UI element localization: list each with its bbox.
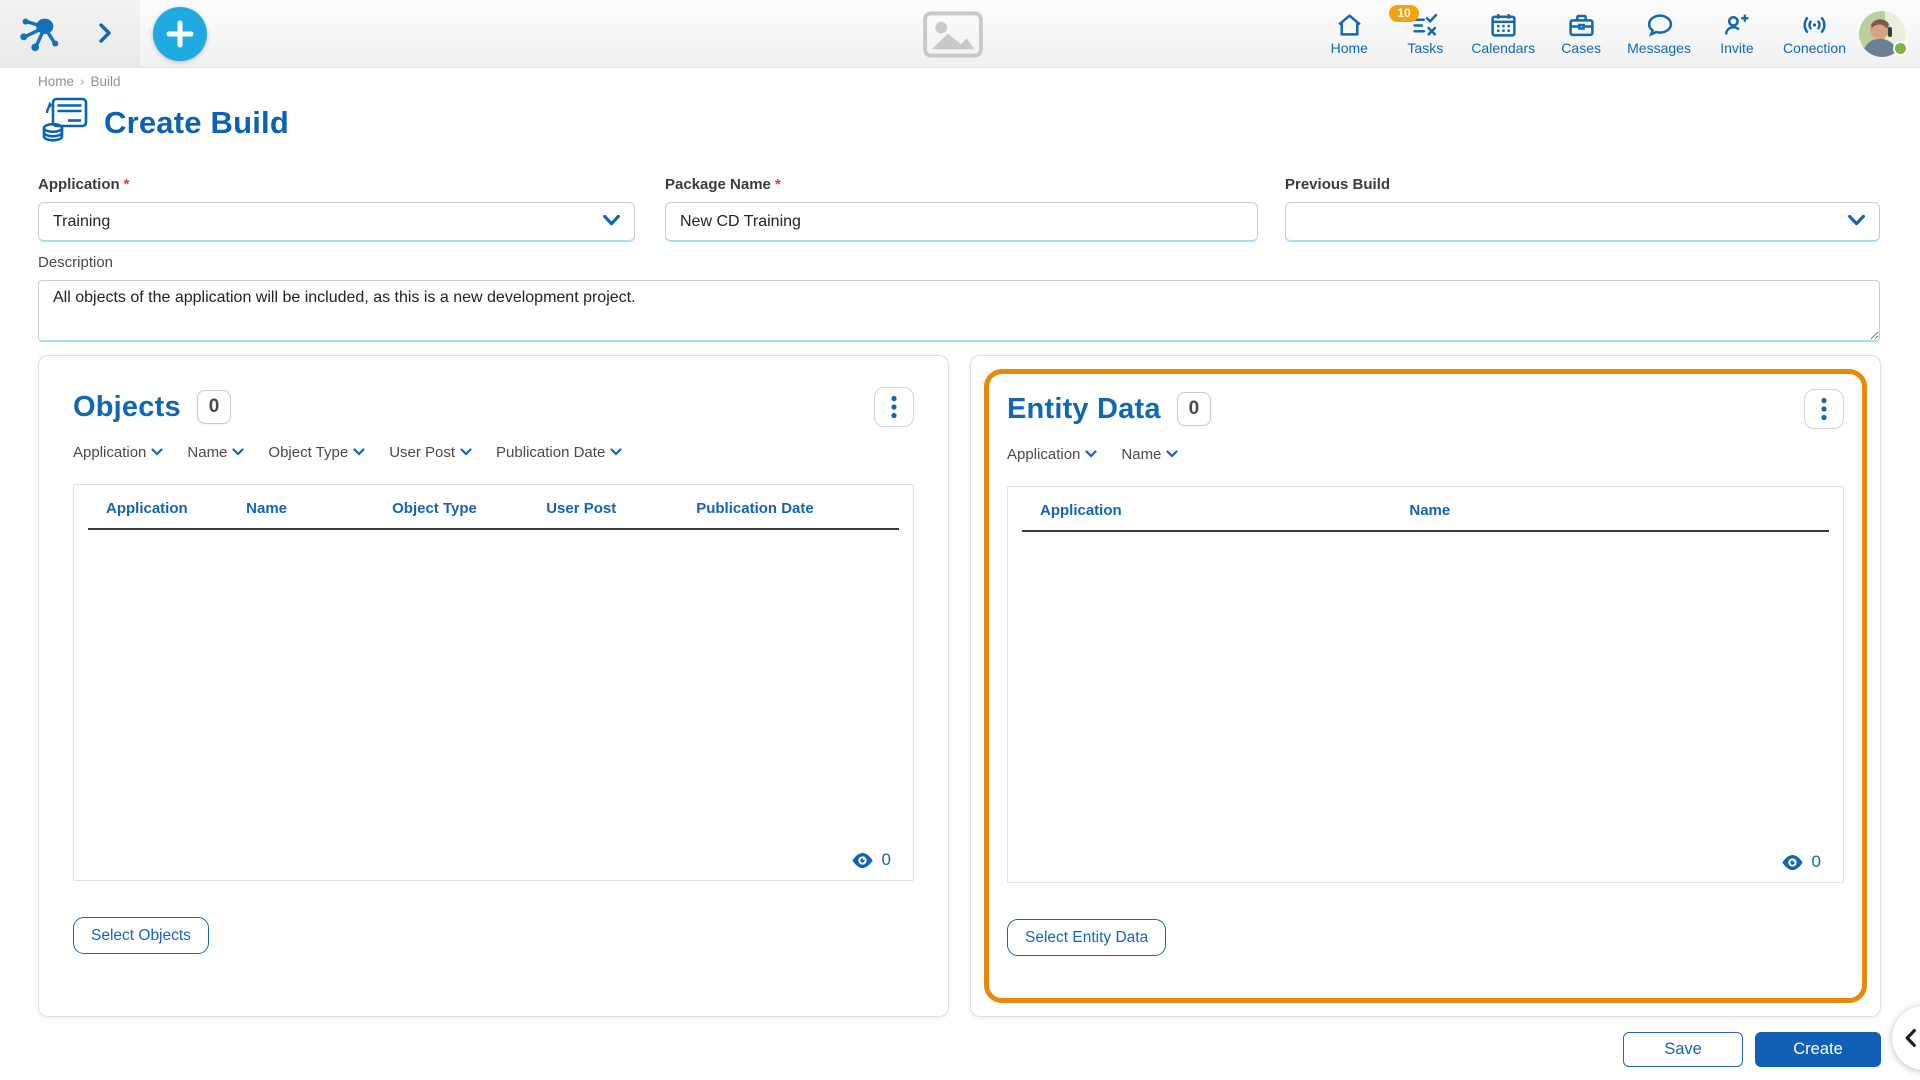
nav-label: Tasks bbox=[1407, 41, 1443, 55]
nav-label: Conection bbox=[1783, 41, 1846, 55]
application-value: Training bbox=[53, 213, 603, 231]
online-status-dot bbox=[1893, 41, 1908, 56]
kebab-icon bbox=[891, 395, 897, 419]
nav-label: Invite bbox=[1720, 41, 1753, 55]
eye-icon bbox=[1781, 854, 1804, 871]
breadcrumb-home[interactable]: Home bbox=[38, 74, 74, 89]
entity-data-panel: Entity Data 0 Application Name Applicati… bbox=[970, 355, 1881, 1017]
user-avatar[interactable] bbox=[1859, 11, 1905, 57]
breadcrumb: Home › Build bbox=[38, 74, 121, 89]
column-header[interactable]: Name bbox=[1409, 502, 1829, 519]
select-objects-button[interactable]: Select Objects bbox=[73, 917, 209, 954]
entity-count-badge: 0 bbox=[1177, 392, 1212, 426]
column-header[interactable]: Application bbox=[88, 500, 246, 517]
column-header[interactable]: Publication Date bbox=[696, 500, 899, 517]
objects-visible-count[interactable]: 0 bbox=[851, 850, 891, 870]
filter-application[interactable]: Application bbox=[1007, 446, 1097, 463]
page-title-row: Create Build bbox=[40, 96, 289, 149]
nav-item-conection[interactable]: Conection bbox=[1781, 6, 1848, 55]
chevron-left-icon bbox=[1905, 1029, 1916, 1047]
package-name-input[interactable] bbox=[665, 202, 1258, 242]
application-label: Application* bbox=[38, 176, 635, 193]
chevron-down-icon bbox=[232, 448, 244, 456]
chevron-down-icon bbox=[603, 213, 620, 231]
chevron-down-icon bbox=[1166, 450, 1178, 458]
image-placeholder-icon bbox=[922, 11, 984, 63]
create-build-icon bbox=[40, 96, 90, 149]
entity-table-header: Application Name bbox=[1022, 487, 1829, 532]
home-icon bbox=[1336, 8, 1363, 38]
filter-user-post[interactable]: User Post bbox=[389, 444, 472, 461]
entity-menu-button[interactable] bbox=[1804, 389, 1844, 429]
chevron-down-icon bbox=[353, 448, 365, 456]
create-button[interactable]: Create bbox=[1755, 1032, 1881, 1067]
nav-label: Home bbox=[1331, 41, 1368, 55]
package-name-label: Package Name* bbox=[665, 176, 1258, 193]
app-logo-icon[interactable] bbox=[16, 12, 62, 59]
required-asterisk: * bbox=[775, 176, 781, 193]
top-header-bar: Home 10 Tasks bbox=[0, 0, 1920, 68]
nav-item-messages[interactable]: Messages bbox=[1625, 6, 1693, 55]
filter-publication-date[interactable]: Publication Date bbox=[496, 444, 622, 461]
eye-icon bbox=[851, 852, 874, 869]
chat-bubble-icon bbox=[1646, 8, 1673, 38]
invite-user-icon bbox=[1723, 8, 1750, 38]
filter-application[interactable]: Application bbox=[73, 444, 163, 461]
objects-panel: Objects 0 Application Name Object Type U… bbox=[38, 355, 949, 1017]
briefcase-icon bbox=[1568, 8, 1595, 38]
save-button[interactable]: Save bbox=[1623, 1032, 1743, 1067]
chevron-down-icon bbox=[610, 448, 622, 456]
page-title: Create Build bbox=[104, 105, 289, 141]
entity-panel-title: Entity Data bbox=[1007, 393, 1161, 426]
breadcrumb-separator: › bbox=[80, 74, 85, 89]
nav-item-home[interactable]: Home bbox=[1317, 6, 1381, 55]
column-header[interactable]: Application bbox=[1022, 502, 1409, 519]
nav-label: Messages bbox=[1627, 41, 1691, 55]
kebab-icon bbox=[1821, 397, 1827, 421]
objects-menu-button[interactable] bbox=[874, 387, 914, 427]
select-entity-data-button[interactable]: Select Entity Data bbox=[1007, 919, 1166, 956]
entity-data-highlight-frame: Entity Data 0 Application Name Applicati… bbox=[984, 369, 1867, 1003]
nav-label: Cases bbox=[1561, 41, 1601, 55]
main-navigation: Home 10 Tasks bbox=[1317, 6, 1848, 55]
logo-block bbox=[0, 0, 140, 68]
sidebar-expand-chevron-icon[interactable] bbox=[98, 22, 112, 49]
column-header[interactable]: Name bbox=[246, 500, 392, 517]
calendar-icon bbox=[1490, 8, 1517, 38]
objects-count-badge: 0 bbox=[197, 390, 232, 424]
nav-item-cases[interactable]: Cases bbox=[1549, 6, 1613, 55]
filter-name[interactable]: Name bbox=[1121, 446, 1178, 463]
nav-item-invite[interactable]: Invite bbox=[1705, 6, 1769, 55]
nav-item-tasks[interactable]: 10 Tasks bbox=[1393, 6, 1457, 55]
chevron-down-icon bbox=[151, 448, 163, 456]
entity-filter-row: Application Name bbox=[1007, 442, 1844, 466]
description-textarea[interactable]: All objects of the application will be i… bbox=[38, 280, 1880, 342]
entity-visible-count[interactable]: 0 bbox=[1781, 852, 1821, 872]
tasks-count-badge: 10 bbox=[1389, 5, 1418, 22]
application-select[interactable]: Training bbox=[38, 202, 635, 242]
previous-build-select[interactable] bbox=[1285, 202, 1880, 242]
add-button[interactable] bbox=[153, 7, 207, 61]
required-asterisk: * bbox=[124, 176, 130, 193]
filter-name[interactable]: Name bbox=[187, 444, 244, 461]
breadcrumb-current: Build bbox=[91, 74, 121, 89]
description-label: Description bbox=[38, 254, 1880, 271]
objects-table: Application Name Object Type User Post P… bbox=[73, 484, 914, 881]
objects-panel-title: Objects bbox=[73, 391, 181, 424]
filter-object-type[interactable]: Object Type bbox=[268, 444, 365, 461]
connection-signal-icon bbox=[1801, 8, 1828, 38]
nav-label: Calendars bbox=[1471, 41, 1535, 55]
objects-table-header: Application Name Object Type User Post P… bbox=[88, 485, 899, 530]
collapse-panel-toggle[interactable] bbox=[1892, 1006, 1920, 1070]
chevron-down-icon bbox=[1848, 213, 1865, 231]
chevron-down-icon bbox=[1085, 450, 1097, 458]
objects-filter-row: Application Name Object Type User Post P… bbox=[73, 440, 914, 464]
chevron-down-icon bbox=[460, 448, 472, 456]
column-header[interactable]: User Post bbox=[546, 500, 696, 517]
column-header[interactable]: Object Type bbox=[392, 500, 546, 517]
entity-table: Application Name 0 bbox=[1007, 486, 1844, 883]
previous-build-label: Previous Build bbox=[1285, 176, 1880, 193]
nav-item-calendars[interactable]: Calendars bbox=[1469, 6, 1537, 55]
